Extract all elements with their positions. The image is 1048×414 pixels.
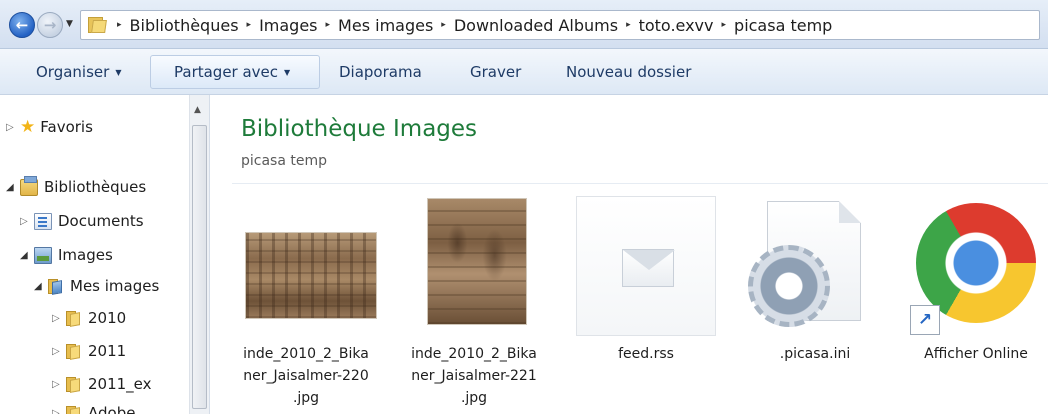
rss-file-thumbnail[interactable]: [576, 196, 716, 336]
burn-button[interactable]: Graver: [470, 49, 521, 95]
scrollbar-thumb[interactable]: [192, 125, 207, 409]
collapse-arrow-icon[interactable]: ◢: [6, 182, 20, 193]
file-name-220[interactable]: inde_2010_2_Bika ner_Jaisalmer-220 .jpg: [231, 343, 381, 409]
expand-arrow-icon[interactable]: ▷: [6, 122, 20, 133]
breadcrumb[interactable]: ▸ Bibliothèques ▸ Images ▸ Mes images ▸ …: [80, 10, 1040, 40]
organize-button[interactable]: Organiser ▼: [36, 49, 121, 95]
share-label: Partager avec: [174, 63, 279, 81]
file-name-221[interactable]: inde_2010_2_Bika ner_Jaisalmer-221 .jpg: [399, 343, 549, 409]
scroll-up-arrow-icon[interactable]: ▲: [194, 105, 201, 115]
folder-icon: [66, 405, 82, 414]
breadcrumb-downloaded-albums[interactable]: Downloaded Albums: [454, 16, 618, 35]
tree-item-label: 2010: [88, 309, 127, 327]
breadcrumb-picasa-temp[interactable]: picasa temp: [734, 16, 832, 35]
folder-icon: [66, 376, 82, 393]
tree-item-label: Favoris: [40, 118, 93, 136]
expand-arrow-icon[interactable]: ▷: [52, 408, 66, 414]
tree-item-folder-2011-ex[interactable]: ▷ 2011_ex: [52, 375, 152, 393]
breadcrumb-mes-images[interactable]: Mes images: [338, 16, 433, 35]
address-bar: ← → ▼ ▸ Bibliothèques ▸ Images ▸ Mes ima…: [0, 0, 1048, 49]
chevron-down-icon: ▼: [284, 67, 291, 77]
file-name-line: ner_Jaisalmer-220: [243, 368, 369, 384]
tree-item-label: Bibliothèques: [44, 178, 147, 196]
nav-scrollbar[interactable]: ▲: [189, 95, 209, 414]
file-name-line: .jpg: [292, 390, 320, 406]
tree-item-my-images[interactable]: ◢ Mes images: [34, 277, 159, 295]
photo-thumbnail-220[interactable]: [246, 233, 376, 318]
expand-arrow-icon[interactable]: ▷: [52, 379, 66, 390]
tree-item-label: 2011_ex: [88, 375, 152, 393]
file-name-picasa-ini[interactable]: .picasa.ini: [740, 343, 890, 365]
file-name-line: ner_Jaisalmer-221: [411, 368, 537, 384]
back-button[interactable]: ←: [9, 12, 35, 38]
tree-item-folder-2010[interactable]: ▷ 2010: [52, 309, 126, 327]
forward-button[interactable]: →: [37, 12, 63, 38]
file-name-line: feed.rss: [618, 346, 674, 362]
photo-thumbnail-221[interactable]: [428, 199, 526, 324]
breadcrumb-separator-icon[interactable]: ▸: [722, 20, 727, 30]
file-name-line: inde_2010_2_Bika: [411, 346, 537, 362]
breadcrumb-separator-icon[interactable]: ▸: [626, 20, 631, 30]
file-name-line: Afficher Online: [924, 346, 1028, 362]
tree-item-label: Images: [58, 246, 113, 264]
envelope-icon: [622, 249, 675, 287]
collapse-arrow-icon[interactable]: ◢: [34, 281, 48, 292]
file-name-line: .jpg: [460, 390, 488, 406]
expand-arrow-icon[interactable]: ▷: [52, 313, 66, 324]
file-name-line: inde_2010_2_Bika: [243, 346, 369, 362]
gear-icon: [748, 245, 830, 327]
folder-icon: [87, 16, 109, 34]
command-bar: Organiser ▼ Partager avec ▼ Diaporama Gr…: [0, 49, 1048, 95]
organize-label: Organiser: [36, 63, 110, 81]
collapse-arrow-icon[interactable]: ◢: [20, 250, 34, 261]
header-divider: [232, 183, 1048, 184]
folder-icon: [66, 343, 82, 360]
breadcrumb-bibliotheques[interactable]: Bibliothèques: [130, 16, 239, 35]
file-name-feed-rss[interactable]: feed.rss: [571, 343, 721, 365]
star-icon: ★: [20, 117, 36, 137]
file-view: Bibliothèque Images picasa temp ↗ inde_2…: [210, 95, 1048, 414]
tree-item-label: 2011: [88, 342, 127, 360]
tree-item-folder-2011[interactable]: ▷ 2011: [52, 342, 126, 360]
tree-item-libraries[interactable]: ◢ Bibliothèques: [6, 175, 147, 196]
tree-item-images[interactable]: ◢ Images: [20, 246, 113, 264]
pictures-folder-icon: [48, 278, 64, 295]
expand-arrow-icon[interactable]: ▷: [20, 216, 34, 227]
tree-item-label: Documents: [58, 212, 144, 230]
breadcrumb-separator-icon[interactable]: ▸: [326, 20, 331, 30]
tree-item-folder-adobe[interactable]: ▷ Adobe: [52, 404, 135, 414]
slideshow-button[interactable]: Diaporama: [339, 49, 422, 95]
images-library-icon: [34, 246, 52, 264]
slideshow-label: Diaporama: [339, 63, 422, 81]
new-folder-button[interactable]: Nouveau dossier: [566, 49, 691, 95]
expand-arrow-icon[interactable]: ▷: [52, 346, 66, 357]
file-name-afficher-online[interactable]: Afficher Online: [901, 343, 1048, 365]
breadcrumb-separator-icon[interactable]: ▸: [247, 20, 252, 30]
share-with-button[interactable]: Partager avec ▼: [174, 49, 290, 95]
breadcrumb-toto-exvv[interactable]: toto.exvv: [639, 16, 714, 35]
folder-icon: [66, 310, 82, 327]
breadcrumb-separator-icon[interactable]: ▸: [441, 20, 446, 30]
library-title: Bibliothèque Images: [241, 116, 478, 142]
file-name-line: .picasa.ini: [779, 346, 851, 362]
documents-library-icon: [34, 212, 52, 230]
chevron-down-icon: ▼: [115, 67, 122, 77]
breadcrumb-images[interactable]: Images: [259, 16, 317, 35]
navigation-pane: ▷ ★ Favoris ◢ Bibliothèques ▷ Documents …: [0, 95, 210, 414]
new-folder-label: Nouveau dossier: [566, 63, 692, 81]
shortcut-arrow-icon: ↗: [910, 305, 940, 335]
tree-item-documents[interactable]: ▷ Documents: [20, 212, 144, 230]
tree-item-label: Mes images: [70, 277, 160, 295]
library-subtitle: picasa temp: [241, 153, 328, 169]
burn-label: Graver: [470, 63, 522, 81]
library-icon: [20, 175, 38, 196]
breadcrumb-separator-icon[interactable]: ▸: [117, 20, 122, 30]
recent-pages-chevron-down-icon[interactable]: ▼: [66, 19, 73, 29]
tree-item-label: Adobe: [88, 404, 136, 414]
tree-item-favorites[interactable]: ▷ ★ Favoris: [6, 117, 93, 137]
